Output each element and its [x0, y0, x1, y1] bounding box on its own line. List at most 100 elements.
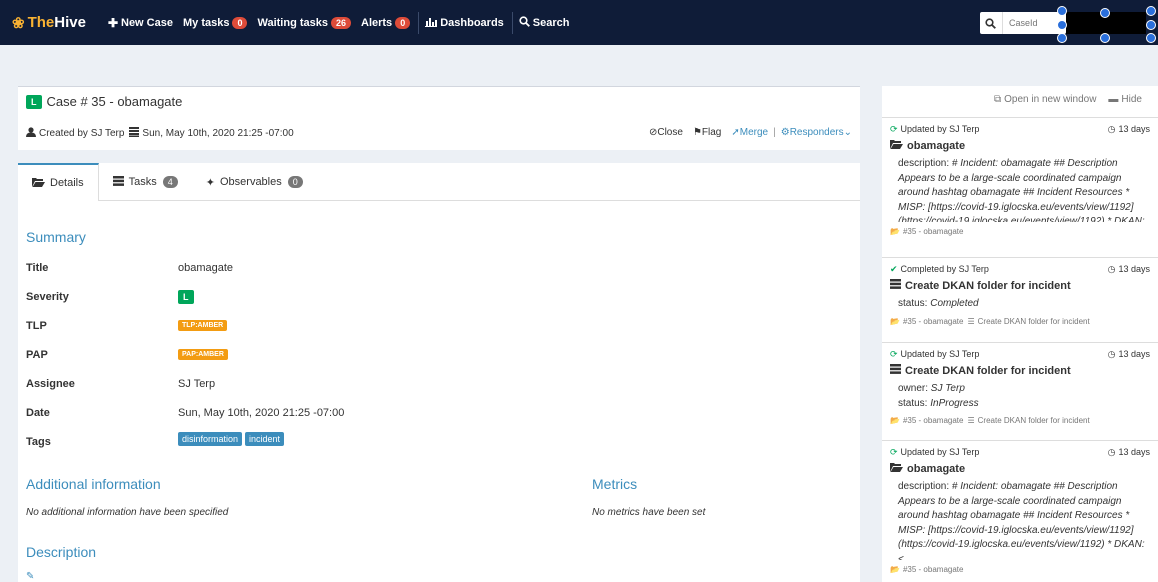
- severity-value[interactable]: L: [178, 290, 199, 304]
- stream-item-body: description: # Incident: obamagate ## De…: [898, 158, 1145, 222]
- tab-tasks[interactable]: Tasks 4: [99, 163, 192, 201]
- tag-chip: disinformation: [178, 432, 243, 446]
- folder-open-icon: 📂: [890, 416, 900, 425]
- nav-divider: [511, 11, 513, 34]
- new-case-button[interactable]: ✚ New Case: [108, 16, 173, 30]
- tasks-icon: [890, 279, 901, 292]
- user-icon: [26, 127, 36, 140]
- tlp-value[interactable]: TLP:AMBER: [178, 320, 228, 331]
- external-link-icon: ⧉: [994, 94, 1002, 105]
- case-actions: ⊘Close ⚑Flag ➚Merge | ⚙Responders⌄: [649, 127, 852, 138]
- case-header: L Case # 35 - obamagate Created by SJ Te…: [18, 86, 860, 150]
- case-link[interactable]: #35 - obamagate: [903, 416, 964, 425]
- case-id-input[interactable]: [1003, 18, 1057, 28]
- stream-item: ⟳ Updated by SJ Terp ◷ 13 days Create DKAN…: [882, 342, 1158, 429]
- pap-value[interactable]: PAP:AMBER: [178, 349, 228, 360]
- refresh-icon: ⟳: [890, 124, 898, 134]
- folder-open-icon: 📂: [890, 565, 900, 574]
- stream-item-title[interactable]: obamagate: [890, 462, 1150, 475]
- refresh-icon: ⟳: [890, 349, 898, 359]
- alerts-link[interactable]: Alerts 0: [361, 16, 411, 29]
- bee-icon: ❀: [12, 14, 25, 32]
- stream-item-title[interactable]: obamagate: [890, 139, 1150, 152]
- nav-divider: [418, 11, 420, 34]
- responders-dropdown[interactable]: ⚙Responders⌄: [781, 127, 852, 138]
- search-icon: [980, 12, 1003, 34]
- selection-handle[interactable]: [1146, 20, 1156, 30]
- waiting-tasks-link[interactable]: Waiting tasks 26: [257, 16, 351, 29]
- folder-open-icon: 📂: [890, 316, 900, 326]
- alerts-count-badge: 0: [395, 16, 411, 29]
- close-case-button[interactable]: ⊘Close: [649, 127, 683, 138]
- case-link[interactable]: #35 - obamagate: [903, 565, 964, 574]
- waiting-tasks-count-badge: 26: [330, 16, 351, 29]
- tab-observables[interactable]: ✦ Observables 0: [192, 163, 317, 201]
- dashboards-link[interactable]: Dashboards: [425, 16, 504, 30]
- flag-case-button[interactable]: ⚑Flag: [693, 127, 721, 138]
- task-link[interactable]: Create DKAN folder for incident: [978, 416, 1090, 425]
- tags-value[interactable]: disinformation incident: [178, 432, 287, 446]
- stream-item-title[interactable]: Create DKAN folder for incident: [890, 364, 1150, 377]
- live-stream-panel: ⧉ Open in new window ▬ Hide ⟳ Updated by …: [882, 86, 1158, 582]
- tab-details[interactable]: Details: [18, 163, 99, 201]
- merge-icon: ➚: [731, 127, 740, 138]
- case-link[interactable]: #35 - obamagate: [903, 227, 964, 236]
- selection-handle[interactable]: [1100, 33, 1110, 43]
- date-value[interactable]: Sun, May 10th, 2020 21:25 -07:00: [178, 407, 344, 419]
- hide-panel-link[interactable]: Hide: [1121, 94, 1142, 105]
- merge-case-button[interactable]: ➚Merge: [731, 127, 768, 138]
- stream-item-title[interactable]: Create DKAN folder for incident: [890, 279, 1150, 292]
- open-in-new-window-link[interactable]: Open in new window: [1004, 94, 1096, 105]
- folder-open-icon: [890, 462, 903, 475]
- date-label: Date: [26, 407, 50, 419]
- action-divider: |: [773, 127, 776, 138]
- folder-open-icon: 📂: [890, 227, 900, 236]
- pap-badge: PAP:AMBER: [178, 349, 228, 360]
- flag-icon: ⚑: [692, 127, 702, 138]
- selection-handle[interactable]: [1057, 6, 1067, 16]
- minus-icon: ▬: [1108, 94, 1119, 105]
- case-meta: Created by SJ Terp Sun, May 10th, 2020 2…: [26, 127, 294, 140]
- selection-handle[interactable]: [1100, 8, 1110, 18]
- selection-handle[interactable]: [1146, 6, 1156, 16]
- refresh-icon: ⟳: [890, 447, 898, 457]
- search-link[interactable]: Search: [519, 15, 569, 30]
- check-icon: ✔: [890, 264, 898, 274]
- top-navbar: ❀ The Hive ✚ New Case My tasks 0 Waiting …: [0, 0, 1158, 45]
- folder-open-icon: [890, 139, 903, 152]
- clock-icon: ◷: [1107, 349, 1116, 359]
- assignee-label: Assignee: [26, 378, 75, 390]
- case-search-box: [980, 12, 1066, 34]
- bar-chart-icon: [425, 16, 438, 30]
- edit-description-icon[interactable]: ✎: [26, 571, 34, 582]
- stream-item-body: owner: SJ Terp status: InProgress: [898, 383, 979, 409]
- my-tasks-count-badge: 0: [232, 16, 248, 29]
- pin-icon: ✦: [205, 176, 215, 189]
- additional-info-heading: Additional information: [26, 476, 161, 492]
- severity-badge: L: [178, 290, 194, 304]
- stream-item-body: description: # Incident: obamagate ## De…: [898, 481, 1145, 560]
- title-label: Title: [26, 262, 49, 274]
- metrics-heading: Metrics: [592, 476, 638, 492]
- additional-info-note: No additional information have been spec…: [26, 507, 229, 518]
- clock-icon: ◷: [1107, 264, 1116, 274]
- summary-heading: Summary: [26, 229, 86, 245]
- selection-handle[interactable]: [1057, 20, 1067, 30]
- folder-open-icon: [32, 177, 45, 190]
- tasks-icon: [890, 364, 901, 377]
- tlp-label: TLP: [26, 320, 47, 332]
- tlp-badge: TLP:AMBER: [178, 320, 228, 331]
- tasks-icon: [112, 175, 124, 189]
- severity-label: Severity: [26, 291, 69, 303]
- side-panel-controls: ⧉ Open in new window ▬ Hide: [994, 94, 1142, 105]
- my-tasks-link[interactable]: My tasks 0: [183, 16, 248, 29]
- assignee-value[interactable]: SJ Terp: [178, 378, 215, 390]
- metrics-note: No metrics have been set: [592, 507, 706, 518]
- selection-handle[interactable]: [1057, 33, 1067, 43]
- clock-icon: ◷: [1107, 447, 1116, 457]
- selection-handle[interactable]: [1146, 33, 1156, 43]
- task-link[interactable]: Create DKAN folder for incident: [978, 317, 1090, 326]
- description-heading: Description: [26, 544, 97, 560]
- case-link[interactable]: #35 - obamagate: [903, 317, 964, 326]
- brand-logo[interactable]: ❀ The Hive: [12, 14, 86, 32]
